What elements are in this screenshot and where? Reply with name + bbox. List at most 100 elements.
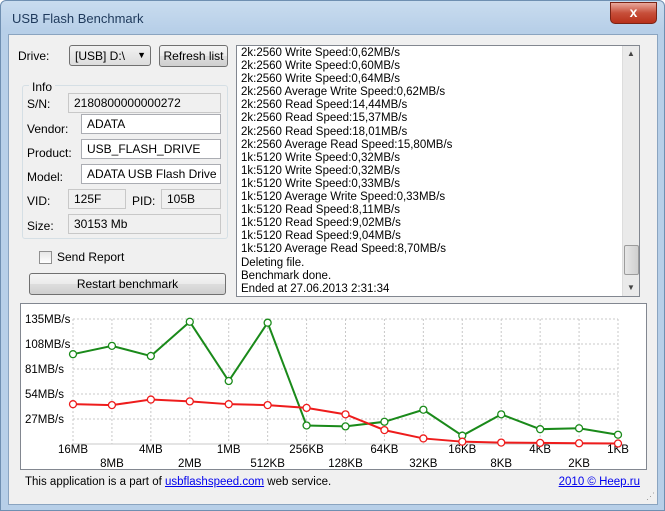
sn-field: 2180800000000272 xyxy=(68,93,221,113)
x-tick-label: 8MB xyxy=(100,458,124,469)
resize-grip-icon[interactable]: ⋰ xyxy=(646,491,655,502)
product-field[interactable]: USB_FLASH_DRIVE xyxy=(81,139,221,159)
sn-label: S/N: xyxy=(27,97,51,111)
data-point xyxy=(263,400,272,410)
drive-select[interactable]: [USB] D:\ ▼ xyxy=(69,45,151,66)
y-tick-label: 54MB/s xyxy=(25,389,64,401)
website-link[interactable]: usbflashspeed.com xyxy=(165,476,264,488)
data-point xyxy=(341,422,350,431)
restart-benchmark-label: Restart benchmark xyxy=(76,277,179,291)
x-tick-label: 64KB xyxy=(370,444,398,456)
log-line: 2k:2560 Write Speed:0,60MB/s xyxy=(241,60,400,73)
vid-field: 125F xyxy=(68,189,126,209)
refresh-list-label: Refresh list xyxy=(163,49,224,63)
data-point xyxy=(497,410,506,419)
vendor-field[interactable]: ADATA xyxy=(81,114,221,134)
data-point xyxy=(613,439,623,448)
model-label: Model: xyxy=(27,170,64,184)
x-tick-label: 16MB xyxy=(58,444,88,456)
data-point xyxy=(535,438,545,448)
data-point xyxy=(574,439,584,448)
x-tick-label: 512KB xyxy=(250,458,285,469)
data-point xyxy=(224,376,233,386)
x-tick-label: 1MB xyxy=(217,444,241,456)
restart-benchmark-button[interactable]: Restart benchmark xyxy=(29,273,226,295)
data-point xyxy=(419,405,428,414)
pid-label: PID: xyxy=(132,194,156,208)
x-tick-label: 2MB xyxy=(178,458,202,469)
data-point xyxy=(68,400,78,409)
log-output[interactable]: 2k:2560 Write Speed:0,62MB/s 2k:2560 Writ… xyxy=(236,45,640,297)
model-field[interactable]: ADATA USB Flash Drive xyxy=(81,164,221,184)
data-point xyxy=(107,400,117,410)
y-tick-label: 135MB/s xyxy=(25,314,71,326)
data-point xyxy=(380,425,389,435)
log-line: 1k:5120 Average Read Speed:8,70MB/s xyxy=(241,243,447,256)
data-point xyxy=(185,317,194,326)
footer-text: This application is a part of usbflashsp… xyxy=(25,476,331,488)
data-point xyxy=(302,403,311,413)
log-line: 2k:2560 Read Speed:18,01MB/s xyxy=(241,125,408,138)
log-line: 2k:2560 Write Speed:0,62MB/s xyxy=(241,47,400,59)
log-line: 1k:5120 Write Speed:0,32MB/s xyxy=(241,164,400,177)
data-point xyxy=(613,430,623,439)
product-label: Product: xyxy=(27,146,72,160)
log-line: 2k:2560 Write Speed:0,64MB/s xyxy=(241,73,400,86)
scroll-up-icon[interactable]: ▲ xyxy=(623,46,639,62)
footer-prefix: This application is a part of xyxy=(25,476,165,488)
client-area: Drive: [USB] D:\ ▼ Refresh list Info S/N… xyxy=(8,34,658,505)
drive-select-value: [USB] D:\ xyxy=(75,49,126,63)
scroll-down-icon[interactable]: ▼ xyxy=(623,280,639,296)
log-line: Ended at 27.06.2013 2:31:34 xyxy=(241,282,390,295)
x-tick-label: 256KB xyxy=(289,444,324,456)
data-point xyxy=(146,395,156,404)
log-line: Deleting file. xyxy=(241,256,305,269)
data-point xyxy=(224,400,233,409)
data-point xyxy=(497,438,506,447)
data-point xyxy=(302,421,311,430)
log-line: 1k:5120 Write Speed:0,33MB/s xyxy=(241,177,400,190)
log-line: Benchmark done. xyxy=(241,269,332,282)
x-tick-label: 128KB xyxy=(328,458,363,469)
y-tick-label: 27MB/s xyxy=(25,414,64,426)
log-line: 1k:5120 Read Speed:9,04MB/s xyxy=(241,230,401,243)
close-icon: x xyxy=(629,4,638,20)
close-button[interactable]: x xyxy=(610,2,657,24)
x-tick-label: 32KB xyxy=(409,458,437,469)
log-line: 1k:5120 Read Speed:8,11MB/s xyxy=(241,204,400,217)
send-report-checkbox[interactable] xyxy=(39,251,52,264)
data-point xyxy=(419,434,428,443)
x-tick-label: 4MB xyxy=(139,444,163,456)
data-point xyxy=(185,397,194,406)
log-lines: 2k:2560 Write Speed:0,62MB/s 2k:2560 Writ… xyxy=(241,47,452,296)
data-point xyxy=(263,318,272,327)
log-line: 2k:2560 Read Speed:14,44MB/s xyxy=(241,99,408,112)
footer-suffix: web service. xyxy=(264,476,332,488)
log-line: 1k:5120 Write Speed:0,32MB/s xyxy=(241,151,400,164)
log-line: 1k:5120 Average Write Speed:0,33MB/s xyxy=(241,191,446,204)
chevron-down-icon: ▼ xyxy=(137,50,146,60)
scroll-thumb[interactable] xyxy=(624,245,639,275)
title-bar[interactable]: USB Flash Benchmark x xyxy=(1,1,664,37)
x-tick-label: 2KB xyxy=(568,458,590,469)
data-point xyxy=(146,351,156,361)
send-report-label: Send Report xyxy=(57,250,125,264)
size-label: Size: xyxy=(27,219,54,233)
data-point xyxy=(107,341,117,351)
log-scrollbar[interactable]: ▲ ▼ xyxy=(622,46,639,296)
y-tick-label: 81MB/s xyxy=(25,364,64,376)
app-window: USB Flash Benchmark x Drive: [USB] D:\ ▼… xyxy=(0,0,665,511)
pid-field: 105B xyxy=(161,189,221,209)
y-tick-label: 108MB/s xyxy=(25,339,71,351)
refresh-list-button[interactable]: Refresh list xyxy=(159,45,228,67)
info-group-title: Info xyxy=(29,80,56,94)
window-title: USB Flash Benchmark xyxy=(12,11,144,26)
vid-label: VID: xyxy=(27,194,51,208)
speed-chart: 135MB/s 108MB/s 81MB/s 54MB/s 27MB/s 16MB 8MB 4… xyxy=(20,303,647,470)
log-line: 2k:2560 Average Read Speed:15,80MB/s xyxy=(241,138,453,151)
data-point xyxy=(380,417,389,426)
x-tick-label: 8KB xyxy=(490,458,512,469)
copyright-link[interactable]: 2010 © Heep.ru xyxy=(559,476,640,488)
data-point xyxy=(341,410,350,419)
log-line: 2k:2560 Average Write Speed:0,62MB/s xyxy=(241,86,446,99)
